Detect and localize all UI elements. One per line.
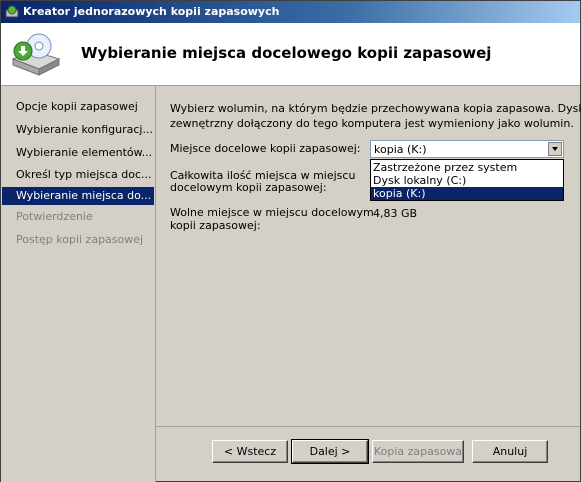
wizard-window: Kreator jednorazowych kopii zapasowych W… bbox=[0, 0, 581, 482]
step-select-destination[interactable]: Wybieranie miejsca do... bbox=[2, 187, 154, 205]
destination-label: Miejsce docelowe kopii zapasowej: bbox=[170, 142, 361, 155]
next-button[interactable]: Dalej > bbox=[291, 439, 369, 464]
wizard-header: Wybieranie miejsca docelowego kopii zapa… bbox=[1, 23, 580, 86]
step-destination-type[interactable]: Określ typ miejsca doc... bbox=[2, 166, 154, 184]
destination-combobox[interactable]: kopia (K:) bbox=[370, 140, 564, 158]
step-confirmation: Potwierdzenie bbox=[16, 210, 93, 223]
step-backup-progress: Postęp kopii zapasowej bbox=[16, 233, 144, 246]
wizard-footer: < Wstecz Dalej > Kopia zapasowa Anuluj bbox=[156, 427, 580, 481]
backup-button: Kopia zapasowa bbox=[372, 440, 464, 463]
total-space-label-line2: docelowym kopii zapasowej: bbox=[170, 181, 327, 194]
option-kopia-k[interactable]: kopia (K:) bbox=[371, 187, 563, 200]
backup-app-icon bbox=[5, 5, 19, 18]
intro-text-line1: Wybierz wolumin, na którym będzie przech… bbox=[170, 102, 581, 115]
destination-value: kopia (K:) bbox=[374, 143, 427, 156]
free-space-value: 4,83 GB bbox=[373, 207, 418, 220]
back-button[interactable]: < Wstecz bbox=[212, 440, 288, 463]
intro-text-line2: zewnętrzny dołączony do tego komputera j… bbox=[170, 117, 574, 130]
step-select-configuration[interactable]: Wybieranie konfiguracj... bbox=[2, 121, 154, 139]
wizard-steps-sidebar: Opcje kopii zapasowej Wybieranie konfigu… bbox=[1, 86, 156, 482]
chevron-down-icon bbox=[552, 147, 558, 151]
wizard-content: Wybierz wolumin, na którym będzie przech… bbox=[156, 86, 581, 427]
destination-dropdown-list: Zastrzeżone przez system Dysk lokalny (C… bbox=[370, 159, 564, 201]
step-select-items[interactable]: Wybieranie elementów... bbox=[2, 144, 154, 162]
dropdown-arrow-button[interactable] bbox=[548, 142, 562, 156]
backup-disk-icon bbox=[11, 33, 61, 76]
cancel-button[interactable]: Anuluj bbox=[472, 440, 548, 463]
page-title: Wybieranie miejsca docelowego kopii zapa… bbox=[81, 44, 492, 62]
option-system-reserved[interactable]: Zastrzeżone przez system bbox=[371, 161, 563, 174]
free-space-label-line2: kopii zapasowej: bbox=[170, 219, 261, 232]
window-title: Kreator jednorazowych kopii zapasowych bbox=[23, 5, 280, 18]
option-local-disk-c[interactable]: Dysk lokalny (C:) bbox=[371, 174, 563, 187]
step-backup-options[interactable]: Opcje kopii zapasowej bbox=[2, 98, 154, 116]
free-space-label-line1: Wolne miejsce w miejscu docelowym bbox=[170, 206, 374, 219]
title-bar[interactable]: Kreator jednorazowych kopii zapasowych bbox=[1, 1, 580, 23]
